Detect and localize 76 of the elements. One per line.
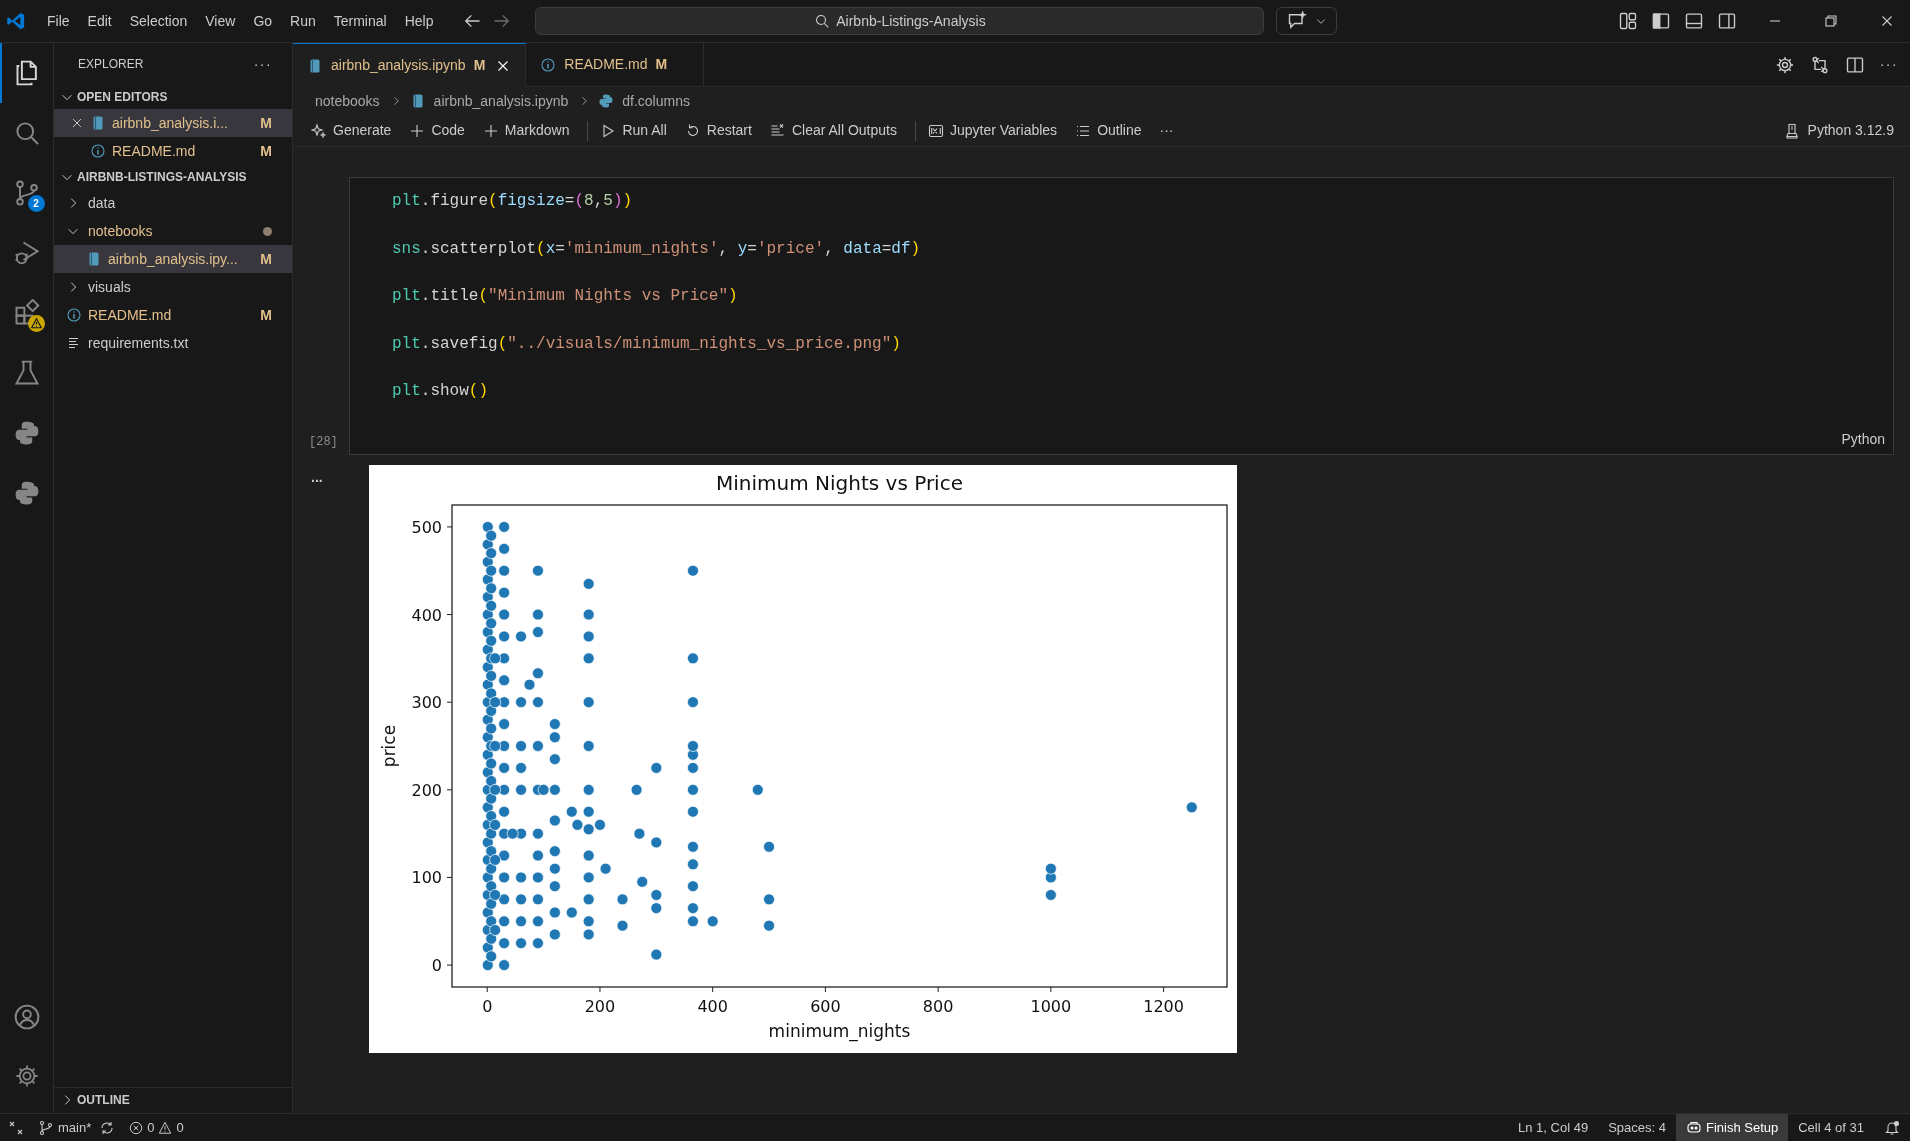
- section-header[interactable]: OUTLINE: [77, 1090, 130, 1109]
- y-tick-label: 0: [431, 955, 442, 975]
- file-tree-item[interactable]: visuals: [54, 273, 292, 301]
- toolbar-button[interactable]: Clear All Outputs: [763, 117, 903, 144]
- file-tree-item[interactable]: airbnb_analysis.ipy... M: [54, 245, 292, 273]
- breadcrumb-item[interactable]: airbnb_analysis.ipynb: [431, 90, 571, 112]
- status-item[interactable]: Cell 4 of 31: [1788, 1114, 1874, 1141]
- section-header[interactable]: OPEN EDITORS: [77, 88, 168, 106]
- status-item[interactable]: Spaces: 4: [1598, 1114, 1676, 1141]
- menu-item[interactable]: Selection: [120, 6, 197, 36]
- y-tick-label: 300: [411, 692, 442, 712]
- git-status-label: M: [473, 56, 486, 75]
- x-tick-label: 1000: [1030, 996, 1072, 1016]
- y-tick-label: 100: [411, 867, 442, 887]
- open-editor-item[interactable]: README.md M: [54, 137, 292, 165]
- menu-item[interactable]: Run: [281, 6, 325, 36]
- breadcrumb-item[interactable]: notebooks: [313, 90, 382, 112]
- menu-item[interactable]: File: [38, 6, 79, 36]
- y-tick-label: 500: [411, 517, 442, 537]
- code-line: plt.savefig("../visuals/minimum_nights_vs_price.png"): [392, 333, 902, 355]
- toolbar-button[interactable]: Run All: [594, 117, 673, 144]
- code-line: plt.figure(figsize=(8,5)): [392, 191, 634, 212]
- x-axis-label: minimum_nights: [768, 1020, 911, 1041]
- menu-item[interactable]: Edit: [78, 6, 121, 36]
- code-line: plt.title("Minimum Nights vs Price"): [392, 286, 739, 307]
- open-editor-item[interactable]: airbnb_analysis.i... M: [54, 109, 292, 137]
- more-actions-button[interactable]: ···: [253, 53, 272, 75]
- git-status-label: M: [260, 113, 272, 133]
- toolbar-button[interactable]: Code: [403, 117, 471, 144]
- x-tick-label: 600: [810, 996, 841, 1016]
- file-tree-item[interactable]: README.md M: [54, 301, 292, 329]
- problems-status[interactable]: 0 0: [129, 1117, 184, 1138]
- menu-item[interactable]: Go: [244, 6, 282, 36]
- menu-item[interactable]: View: [196, 6, 245, 36]
- x-tick-label: 800: [922, 996, 954, 1016]
- code-cell[interactable]: plt.figure(figsize=(8,5)) sns.scatterplot(x='minimum_nights', y='price', data=df) plt.title("Minimum Nights vs Price") plt.savefig("../visuals/minimum_nights_vs_price.png") plt.show() Python: [349, 177, 1894, 455]
- git-status-label: M: [260, 141, 272, 161]
- toolbar-button[interactable]: Markdown: [476, 117, 576, 144]
- toolbar-button[interactable]: Jupyter Variables: [922, 117, 1064, 144]
- command-center-search[interactable]: Airbnb-Listings-Analysis: [535, 7, 1265, 35]
- more-actions-button[interactable]: ···: [1879, 54, 1898, 75]
- section-header[interactable]: AIRBNB-LISTINGS-ANALYSIS: [77, 168, 247, 186]
- menu-item[interactable]: Help: [395, 6, 443, 36]
- code-line: plt.show(): [392, 381, 490, 402]
- kernel-picker[interactable]: Python 3.12.9: [1779, 117, 1898, 144]
- toolbar-button[interactable]: Outline: [1069, 117, 1148, 144]
- menu-item[interactable]: Terminal: [324, 6, 396, 36]
- toolbar-button[interactable]: Generate: [305, 117, 398, 144]
- x-tick-label: 0: [482, 996, 493, 1016]
- editor-tab[interactable]: airbnb_analysis.ipynb M: [293, 43, 527, 87]
- chart-title: Minimum Nights vs Price: [716, 470, 963, 495]
- toolbar-button[interactable]: Restart: [678, 117, 758, 144]
- y-tick-label: 400: [411, 605, 442, 625]
- language-label[interactable]: Python: [1841, 428, 1885, 450]
- y-axis-label: price: [379, 724, 399, 767]
- x-tick-label: 1200: [1143, 996, 1184, 1016]
- file-tree-item[interactable]: data: [54, 189, 292, 217]
- git-status-label: M: [260, 249, 272, 269]
- x-tick-label: 400: [697, 996, 728, 1016]
- toolbar-button[interactable]: ···: [1153, 117, 1180, 144]
- git-status-label: M: [655, 55, 668, 74]
- x-tick-label: 200: [584, 996, 616, 1016]
- git-status-label: M: [260, 305, 272, 325]
- output-menu-button[interactable]: ...: [311, 468, 323, 485]
- branch-status[interactable]: main*: [38, 1117, 92, 1138]
- y-tick-label: 200: [411, 780, 442, 800]
- status-item[interactable]: Finish Setup: [1675, 1114, 1789, 1141]
- file-tree-item[interactable]: requirements.txt: [54, 329, 292, 357]
- status-item[interactable]: Ln 1, Col 49: [1508, 1114, 1599, 1141]
- execution-count: [28]: [309, 433, 338, 451]
- code-line: sns.scatterplot(x='minimum_nights', y='price', data=df): [392, 238, 922, 260]
- sidebar-title: EXPLORER: [78, 56, 144, 73]
- breadcrumb-item[interactable]: df.columns: [620, 90, 692, 112]
- notification-badge: 2: [27, 195, 45, 212]
- file-tree-item[interactable]: notebooks: [54, 217, 292, 245]
- editor-tab[interactable]: README.md M: [526, 43, 705, 87]
